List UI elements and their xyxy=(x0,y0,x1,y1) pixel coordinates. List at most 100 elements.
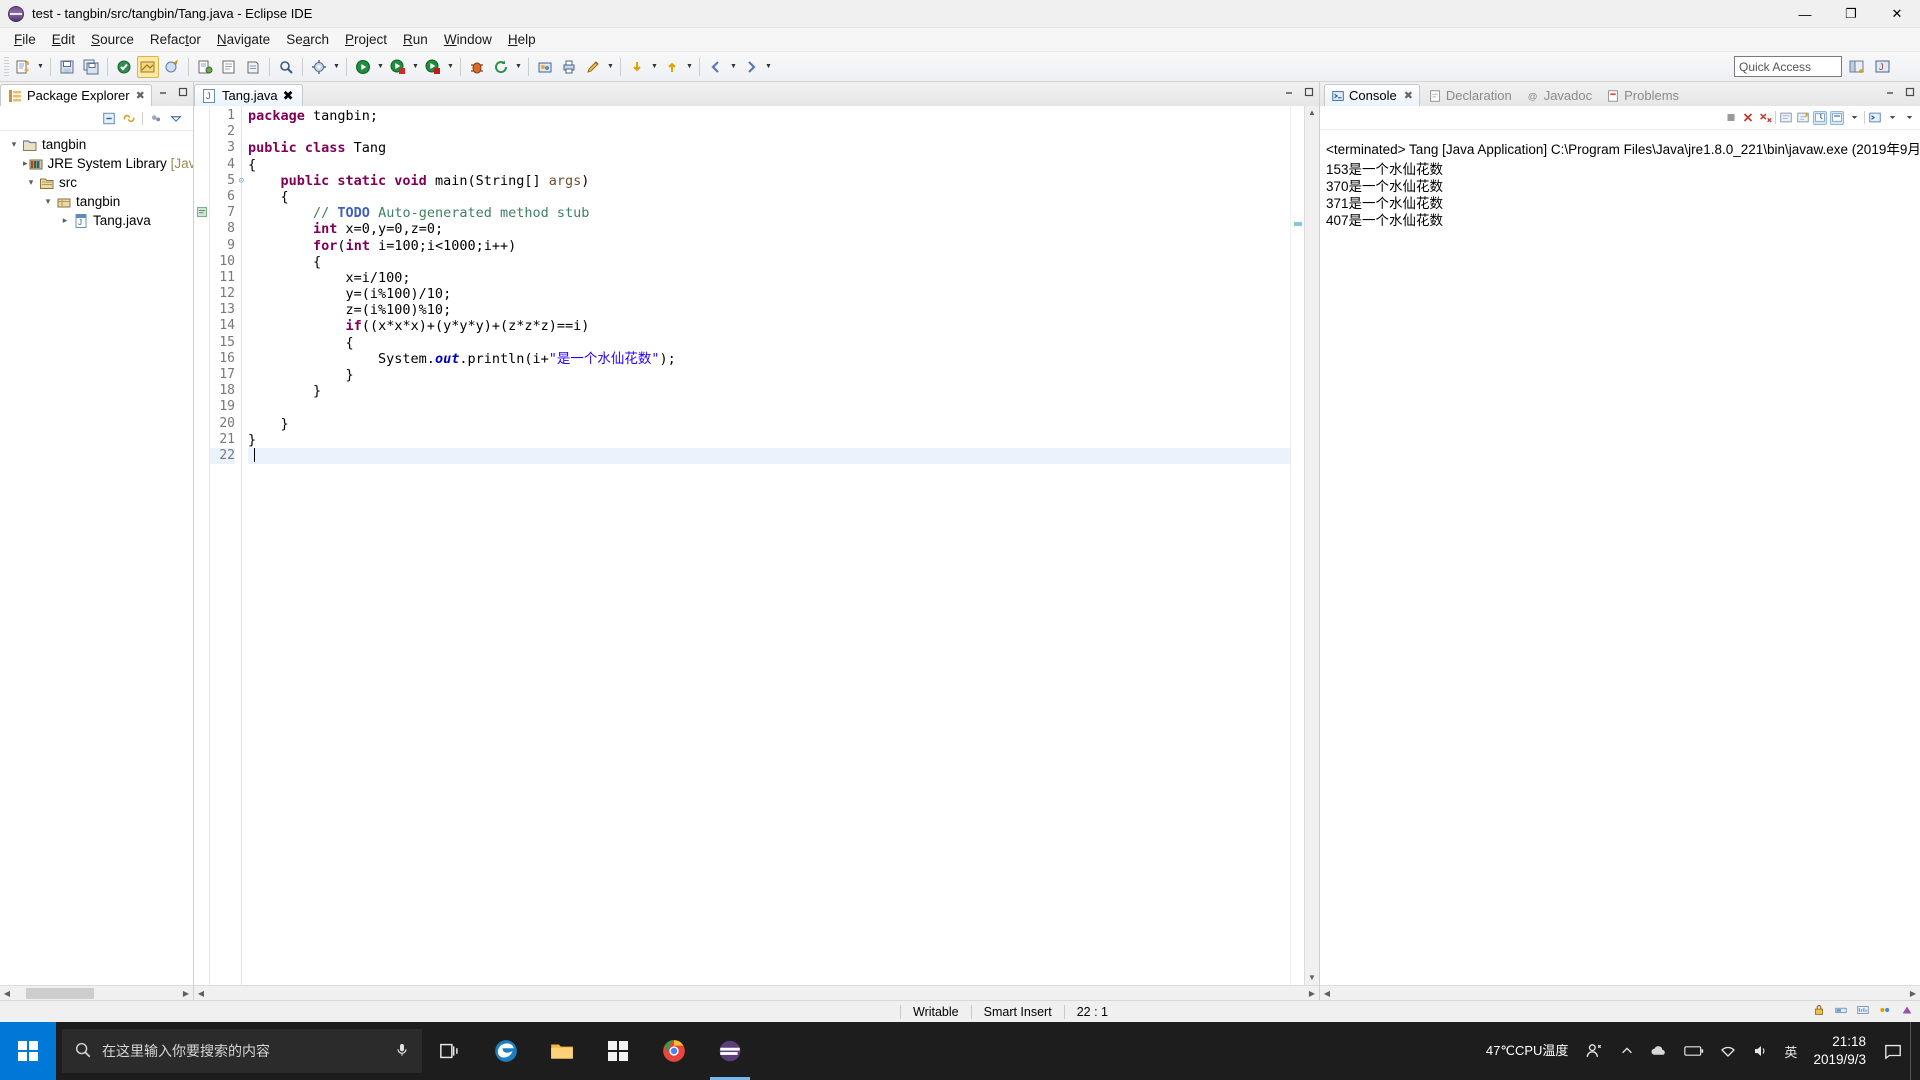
focus-on-active-task-icon[interactable] xyxy=(149,111,163,125)
java-perspective-icon[interactable]: J xyxy=(1872,56,1894,78)
run-icon[interactable] xyxy=(352,56,374,78)
code-line[interactable]: package tangbin; xyxy=(248,108,1290,124)
microsoft-store-icon[interactable] xyxy=(590,1022,646,1080)
run-coverage-dropdown-icon[interactable]: ▼ xyxy=(410,56,421,78)
package-explorer-hscrollbar[interactable]: ◀ ▶ xyxy=(0,985,193,1000)
code-line[interactable]: } xyxy=(248,416,1290,432)
back-dropdown-icon[interactable]: ▼ xyxy=(728,56,739,78)
maximize-icon[interactable] xyxy=(1302,85,1316,99)
link-with-editor-icon[interactable] xyxy=(122,111,136,125)
editor-vscrollbar[interactable]: ▲ ▼ xyxy=(1304,106,1319,985)
maximize-icon[interactable] xyxy=(1903,85,1917,99)
tab-declaration[interactable]: Declaration xyxy=(1422,85,1518,106)
chevron-down-icon[interactable]: ▾ xyxy=(40,194,56,210)
menu-help[interactable]: Help xyxy=(500,30,544,49)
menu-file[interactable]: File xyxy=(6,30,44,49)
overview-marker[interactable] xyxy=(1294,222,1302,226)
file-explorer-icon[interactable] xyxy=(534,1022,590,1080)
tree-node-jre-system-library[interactable]: ▸ JRE System Library [Jav xyxy=(0,154,193,173)
save-all-icon[interactable] xyxy=(80,56,102,78)
code-line[interactable] xyxy=(248,124,1290,140)
folding-collapse-icon[interactable]: ⊝ xyxy=(239,173,244,189)
tab-console[interactable]: Console ✖ xyxy=(1324,84,1420,106)
chevron-down-icon[interactable]: ▾ xyxy=(6,137,22,153)
menu-source[interactable]: Source xyxy=(83,30,142,49)
back-icon[interactable] xyxy=(705,56,727,78)
external-tools-dropdown-icon[interactable]: ▼ xyxy=(331,56,342,78)
toolbar-grip[interactable] xyxy=(4,56,9,77)
menu-project[interactable]: Project xyxy=(337,30,395,49)
scroll-down-icon[interactable]: ▼ xyxy=(1305,971,1320,985)
collapse-all-icon[interactable] xyxy=(102,111,116,125)
code-line[interactable]: { xyxy=(248,157,1290,173)
scroll-left-icon[interactable]: ◀ xyxy=(194,989,208,998)
new-class-icon[interactable] xyxy=(242,56,264,78)
tab-package-explorer[interactable]: Package Explorer ✖ xyxy=(0,84,152,106)
open-task-icon[interactable] xyxy=(534,56,556,78)
scroll-lock-icon[interactable] xyxy=(1796,111,1810,125)
debug-icon[interactable] xyxy=(466,56,488,78)
menu-navigate[interactable]: Navigate xyxy=(209,30,278,49)
open-type-icon[interactable] xyxy=(137,55,159,78)
close-icon[interactable]: ✖ xyxy=(136,89,145,102)
new-java-element-icon[interactable] xyxy=(161,56,183,78)
mylyn-icon[interactable] xyxy=(1900,1003,1914,1020)
refresh-icon[interactable] xyxy=(490,56,512,78)
hscroll-thumb[interactable] xyxy=(26,987,94,999)
previous-annotation-dropdown-icon[interactable]: ▼ xyxy=(684,56,695,78)
battery-icon[interactable] xyxy=(1676,1044,1712,1058)
chevron-right-icon[interactable]: ▸ xyxy=(57,213,73,229)
next-annotation-dropdown-icon[interactable]: ▼ xyxy=(649,56,660,78)
network-icon[interactable] xyxy=(1712,1043,1744,1059)
forward-dropdown-icon[interactable]: ▼ xyxy=(763,56,774,78)
code-line[interactable]: int x=0,y=0,z=0; xyxy=(248,221,1290,237)
code-line[interactable]: // TODO Auto-generated method stub xyxy=(248,205,1290,221)
external-tools-icon[interactable] xyxy=(308,56,330,78)
pin-console-icon[interactable] xyxy=(1813,110,1827,125)
code-line[interactable]: } xyxy=(248,432,1290,448)
chrome-icon[interactable] xyxy=(646,1022,702,1080)
show-desktop-button[interactable] xyxy=(1910,1022,1920,1080)
hscroll-track[interactable] xyxy=(1334,986,1906,1001)
tab-tang-java[interactable]: J Tang.java ✖ xyxy=(194,84,303,106)
code-line[interactable]: } xyxy=(248,383,1290,399)
minimize-button[interactable]: — xyxy=(1782,0,1828,28)
tree-node-tangbin[interactable]: ▾ tangbin xyxy=(0,192,193,211)
cloud-icon[interactable] xyxy=(1642,1042,1676,1060)
previous-annotation-icon[interactable] xyxy=(661,56,683,78)
task-view-icon[interactable] xyxy=(422,1022,478,1080)
menu-edit[interactable]: Edit xyxy=(44,30,83,49)
remove-launch-icon[interactable] xyxy=(1741,111,1755,125)
windows-start-icon[interactable] xyxy=(0,1022,56,1080)
new-wizard-icon[interactable] xyxy=(12,56,34,78)
hscroll-track[interactable] xyxy=(208,986,1305,1001)
editor-overview-ruler[interactable] xyxy=(1290,106,1304,985)
menu-window[interactable]: Window xyxy=(436,30,500,49)
tree-node-tang-java[interactable]: ▸ J Tang.java xyxy=(0,211,193,230)
search-icon[interactable] xyxy=(275,56,297,78)
console-output[interactable]: <terminated> Tang [Java Application] C:\… xyxy=(1320,130,1920,985)
tree-node-tangbin[interactable]: ▾ tangbin xyxy=(0,135,193,154)
chevron-up-icon[interactable] xyxy=(1612,1044,1642,1058)
remove-all-terminated-icon[interactable] xyxy=(1758,111,1772,125)
taskbar-search-input[interactable]: 在这里输入你要搜索的内容 xyxy=(62,1029,422,1073)
quick-access-input[interactable]: Quick Access xyxy=(1734,56,1842,77)
minimize-icon[interactable] xyxy=(1282,85,1296,99)
new-wizard-dropdown-icon[interactable]: ▼ xyxy=(35,56,46,78)
open-perspective-icon[interactable] xyxy=(1846,56,1868,78)
code-line[interactable]: public static void main(String[] args) xyxy=(248,173,1290,189)
close-button[interactable]: ✕ xyxy=(1874,0,1920,28)
cpu-temperature-indicator[interactable]: 47℃ CPU温度 xyxy=(1478,1043,1577,1059)
code-line[interactable]: System.out.println(i+"是一个水仙花数"); xyxy=(248,351,1290,367)
code-line[interactable]: for(int i=100;i<1000;i++) xyxy=(248,238,1290,254)
last-edit-dropdown-icon[interactable]: ▼ xyxy=(605,56,616,78)
scroll-right-icon[interactable]: ▶ xyxy=(179,989,193,998)
code-line[interactable]: if((x*x*x)+(y*y*y)+(z*z*z)==i) xyxy=(248,318,1290,334)
tasks-icon[interactable] xyxy=(1878,1003,1892,1020)
new-java-project-icon[interactable] xyxy=(194,56,216,78)
tree-node-src[interactable]: ▾ src xyxy=(0,173,193,192)
scroll-left-icon[interactable]: ◀ xyxy=(0,989,14,998)
action-center-icon[interactable] xyxy=(1876,1042,1910,1060)
volume-icon[interactable] xyxy=(1744,1043,1776,1059)
scroll-up-icon[interactable]: ▲ xyxy=(1305,106,1320,120)
